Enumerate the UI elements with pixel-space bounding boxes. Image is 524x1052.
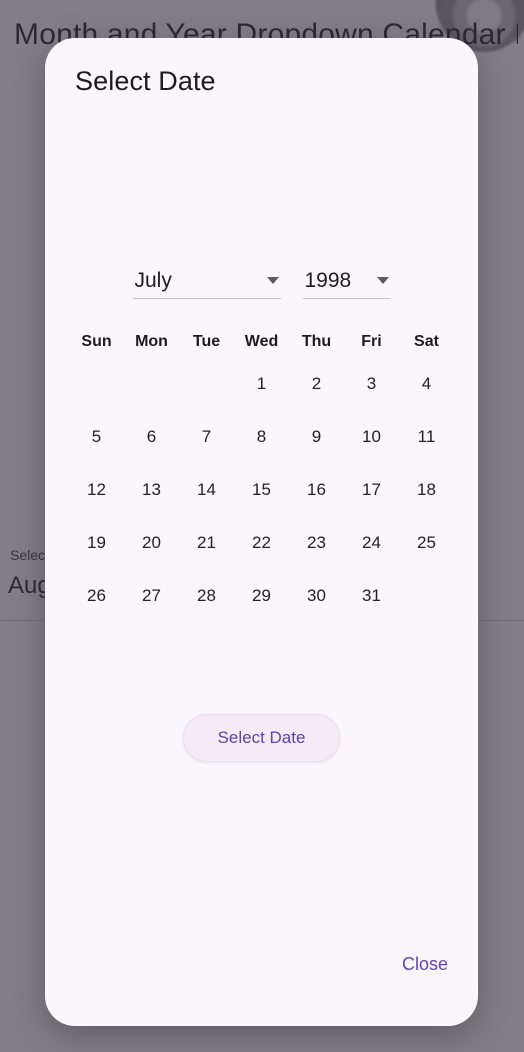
- calendar-day-cell[interactable]: 23: [289, 516, 344, 569]
- calendar-day-cell[interactable]: 9: [289, 410, 344, 463]
- calendar-day-cell[interactable]: 6: [124, 410, 179, 463]
- weekday-label: Sun: [81, 333, 112, 350]
- weekday-label: Thu: [301, 333, 332, 350]
- month-select-value: July: [134, 269, 172, 292]
- calendar-day-cell[interactable]: 27: [124, 569, 179, 622]
- calendar-day-cell[interactable]: 8: [234, 410, 289, 463]
- calendar-week-row: 19 20 21 22 23 24 25: [69, 516, 454, 569]
- year-select-value: 1998: [304, 269, 352, 292]
- calendar-weeks: 1 2 3 4 5 6 7 8 9 10 11 12 13 14 15 16 17 18 19 20 21 22 23 24 2…: [69, 357, 454, 622]
- calendar-day-cell[interactable]: 10: [344, 410, 399, 463]
- calendar-day-cell[interactable]: 30: [289, 569, 344, 622]
- calendar-grid: Sun Mon Tue Wed Thu Fri Sat 1 2 3 4 5 6 7 8 9 10 11 12 13 1…: [69, 333, 454, 622]
- calendar-day-cell[interactable]: 1: [234, 357, 289, 410]
- calendar-day-cell[interactable]: 18: [399, 463, 454, 516]
- weekday-label: Mon: [135, 333, 168, 350]
- year-select[interactable]: 1998: [302, 269, 391, 299]
- close-button[interactable]: Close: [400, 950, 450, 979]
- weekday-label: Wed: [244, 333, 279, 350]
- weekday-label: Fri: [361, 333, 382, 350]
- calendar-day-cell[interactable]: 26: [69, 569, 124, 622]
- calendar-day-cell[interactable]: 24: [344, 516, 399, 569]
- calendar-day-cell[interactable]: 31: [344, 569, 399, 622]
- calendar-day-cell[interactable]: 25: [399, 516, 454, 569]
- calendar-day-cell[interactable]: 17: [344, 463, 399, 516]
- calendar-week-row: 1234: [69, 357, 454, 410]
- calendar-day-cell[interactable]: 22: [234, 516, 289, 569]
- calendar-day-cell[interactable]: 7: [179, 410, 234, 463]
- calendar-day-cell[interactable]: 11: [399, 410, 454, 463]
- calendar-day-cell[interactable]: 4: [399, 357, 454, 410]
- calendar-day-cell[interactable]: 14: [179, 463, 234, 516]
- chevron-down-icon: [376, 277, 389, 284]
- calendar-day-cell[interactable]: 5: [69, 410, 124, 463]
- calendar-day-cell[interactable]: 16: [289, 463, 344, 516]
- confirm-select-date-button[interactable]: Select Date: [182, 714, 341, 762]
- calendar-day-cell[interactable]: 21: [179, 516, 234, 569]
- weekday-label: Sat: [414, 333, 439, 350]
- select-date-dialog: Select Date July 1998 Sun Mon Tue Wed Thu Fri…: [45, 38, 478, 1026]
- calendar-week-row: 5 6 7 8 9 10 11: [69, 410, 454, 463]
- calendar-day-cell[interactable]: 20: [124, 516, 179, 569]
- calendar-day-cell[interactable]: 12: [69, 463, 124, 516]
- weekday-label: Tue: [192, 333, 221, 350]
- month-select[interactable]: July: [132, 269, 281, 299]
- calendar-week-row: 26 27 28 29 30 31: [69, 569, 454, 622]
- calendar-day-cell[interactable]: 28: [179, 569, 234, 622]
- month-year-selectors: July 1998: [45, 270, 478, 299]
- calendar-day-cell[interactable]: 29: [234, 569, 289, 622]
- screen: Month and Year Dropdown Calendar Ex... S…: [0, 0, 524, 1052]
- calendar-day-cell[interactable]: 2: [289, 357, 344, 410]
- chevron-down-icon: [266, 277, 279, 284]
- calendar-day-cell[interactable]: 19: [69, 516, 124, 569]
- calendar-day-cell[interactable]: 15: [234, 463, 289, 516]
- calendar-day-cell[interactable]: 13: [124, 463, 179, 516]
- calendar-day-cell[interactable]: 3: [344, 357, 399, 410]
- dialog-title: Select Date: [75, 66, 216, 96]
- calendar-week-row: 12 13 14 15 16 17 18: [69, 463, 454, 516]
- weekday-header-row: Sun Mon Tue Wed Thu Fri Sat: [69, 333, 454, 357]
